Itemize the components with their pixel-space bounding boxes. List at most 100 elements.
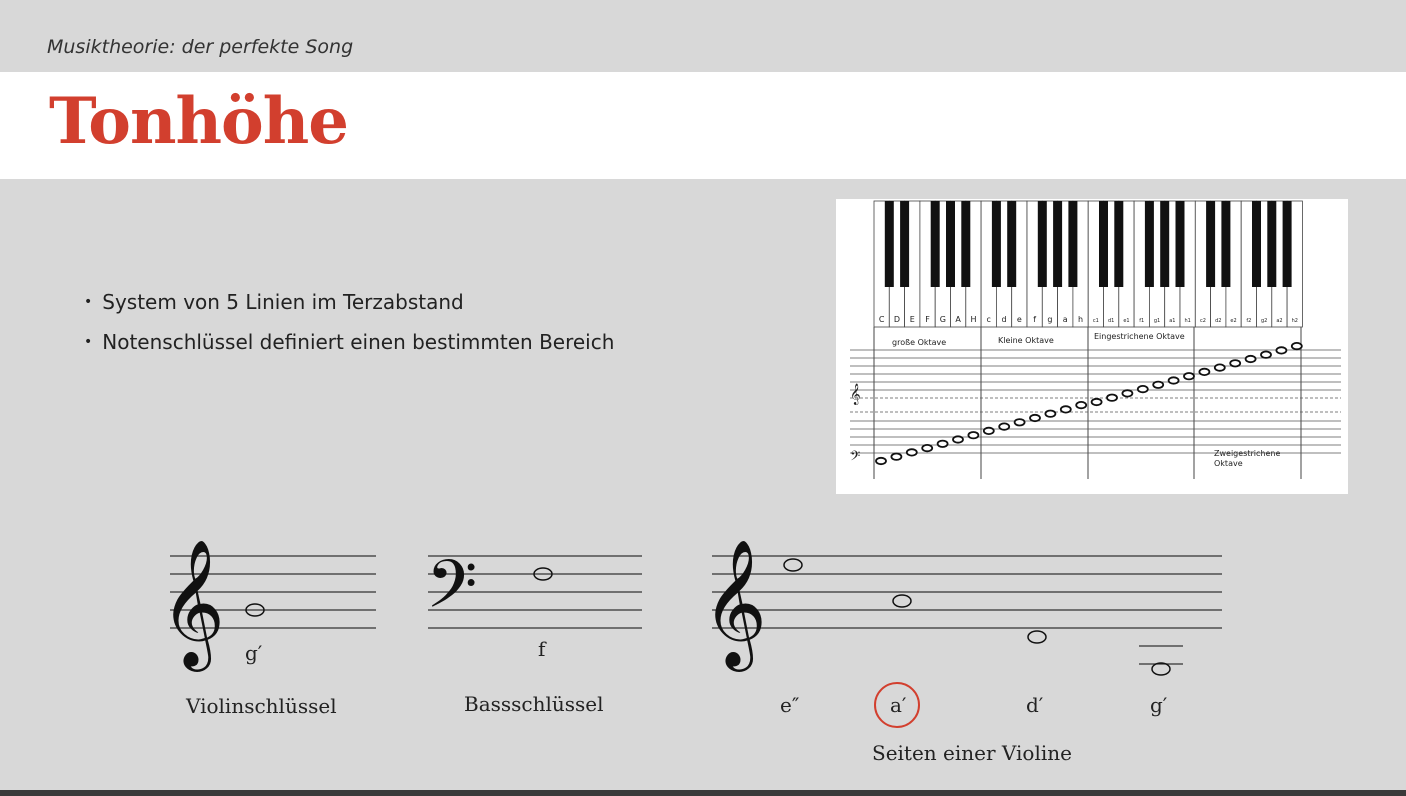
staff-note bbox=[1198, 367, 1211, 376]
staff-note bbox=[1075, 401, 1088, 410]
piano-key-label: g2 bbox=[1261, 318, 1267, 324]
staff-note bbox=[1013, 418, 1026, 427]
staff-note bbox=[1244, 354, 1257, 364]
bass-clef-small-icon: 𝄢 bbox=[850, 448, 860, 467]
piano-key-label: e1 bbox=[1123, 318, 1129, 324]
title-band: Tonhöhe bbox=[0, 72, 1406, 179]
piano-key-label: a1 bbox=[1169, 318, 1175, 324]
piano-black-key bbox=[1144, 201, 1154, 287]
treble-clef-icon: 𝄞 bbox=[160, 538, 225, 672]
piano-black-key bbox=[1282, 201, 1292, 287]
piano-key-label: g bbox=[1047, 315, 1052, 324]
bullet-text: System von 5 Linien im Terzabstand bbox=[102, 290, 464, 314]
bottom-bar bbox=[0, 790, 1406, 796]
staff-note bbox=[1152, 380, 1165, 389]
bass-note-label: f bbox=[538, 637, 547, 661]
note-g-prime bbox=[1151, 662, 1171, 676]
staff-note bbox=[1090, 397, 1103, 407]
piano-key-label: F bbox=[925, 315, 930, 324]
notation-examples: 𝄞 g′ Violinschlüssel 𝄢 f Bassschlüssel 𝄞… bbox=[160, 538, 1222, 765]
octave-label: Eingestrichene Oktave bbox=[1094, 332, 1185, 341]
piano-key-label: f bbox=[1033, 315, 1036, 324]
note-e-double-prime bbox=[783, 558, 803, 572]
piano-key-label: d1 bbox=[1108, 318, 1114, 324]
piano-key-label: c bbox=[987, 315, 991, 324]
piano-black-key bbox=[884, 201, 894, 287]
octave-label: Oktave bbox=[1214, 459, 1243, 468]
piano-black-key bbox=[1175, 201, 1185, 287]
subtitle: Musiktheorie: der perfekte Song bbox=[47, 36, 354, 58]
note-d-prime bbox=[1027, 630, 1047, 644]
piano-black-key bbox=[1007, 201, 1017, 287]
piano-key-label: E bbox=[910, 315, 915, 324]
piano-black-key bbox=[930, 201, 940, 287]
piano-black-key bbox=[1160, 201, 1170, 287]
staff-note bbox=[1213, 363, 1226, 372]
piano-black-key bbox=[1267, 201, 1277, 287]
bullet-dot-icon: • bbox=[84, 334, 93, 350]
staff-note bbox=[1290, 342, 1303, 351]
octave-label: Kleine Oktave bbox=[998, 336, 1054, 345]
treble-clef-icon: 𝄞 bbox=[702, 538, 767, 672]
piano-key-label: e2 bbox=[1230, 318, 1236, 324]
violin-staff bbox=[712, 555, 1222, 665]
bass-caption: Bassschlüssel bbox=[464, 692, 604, 716]
piano-key-label: c2 bbox=[1200, 318, 1206, 324]
piano-key-label: A bbox=[955, 315, 961, 324]
piano-octave-svg: C D E F G A Hc d e f g a h c1 d1 e1 f1 g1 a1 h1 c2 d2 e2 f2 g2 a2… bbox=[850, 200, 1341, 479]
octave-label: große Oktave bbox=[892, 338, 946, 347]
note-a-prime bbox=[892, 594, 912, 608]
staff-note bbox=[967, 431, 980, 440]
bullet-item: • System von 5 Linien im Terzabstand bbox=[84, 290, 614, 314]
staff-note bbox=[1059, 405, 1072, 414]
staff-note bbox=[1183, 372, 1195, 381]
staff-note bbox=[1136, 385, 1149, 394]
treble-caption: Violinschlüssel bbox=[185, 694, 337, 718]
piano-black-key bbox=[961, 201, 971, 287]
staff-note bbox=[998, 422, 1011, 431]
piano-key-label: f1 bbox=[1139, 318, 1144, 324]
piano-key-label: G bbox=[940, 315, 946, 324]
treble-clef-small-icon: 𝄞 bbox=[850, 384, 861, 405]
piano-key-label: a bbox=[1063, 315, 1068, 324]
piano-black-key bbox=[1252, 201, 1261, 287]
staff-note bbox=[1121, 389, 1134, 398]
staff-note bbox=[905, 448, 918, 457]
piano-black-key bbox=[1206, 201, 1216, 287]
bullet-text: Notenschlüssel definiert einen bestimmte… bbox=[102, 330, 615, 354]
piano-black-key bbox=[1114, 201, 1124, 287]
piano-black-key bbox=[1068, 201, 1078, 287]
piano-black-key bbox=[1099, 201, 1108, 287]
staff-note bbox=[1260, 350, 1272, 359]
piano-key-label: h1 bbox=[1184, 318, 1190, 324]
piano-key-label: h bbox=[1078, 315, 1083, 324]
violin-string-label: a′ bbox=[890, 693, 907, 717]
piano-key-label: e bbox=[1017, 315, 1022, 324]
staff-note bbox=[890, 452, 903, 461]
bullet-item: • Notenschlüssel definiert einen bestimmt… bbox=[84, 330, 614, 354]
staff-note bbox=[921, 444, 934, 453]
bullet-list: • System von 5 Linien im Terzabstand • Not… bbox=[84, 290, 614, 370]
piano-key-label: h2 bbox=[1292, 318, 1298, 324]
staff-note bbox=[1275, 346, 1288, 355]
page-title: Tonhöhe bbox=[49, 84, 349, 159]
bass-clef-icon: 𝄢 bbox=[426, 546, 477, 639]
staff-note bbox=[875, 456, 887, 466]
octave-label: Zweigestrichene bbox=[1214, 449, 1280, 458]
piano-black-key bbox=[900, 201, 910, 287]
piano-black-key bbox=[991, 201, 1001, 287]
piano-key-label: g1 bbox=[1154, 318, 1160, 324]
piano-key-label: D bbox=[894, 315, 900, 324]
piano-key-label: d2 bbox=[1215, 318, 1221, 324]
violin-string-label: g′ bbox=[1150, 693, 1168, 717]
piano-black-key bbox=[1221, 201, 1231, 287]
violin-caption: Seiten einer Violine bbox=[872, 741, 1072, 765]
piano-black-key bbox=[946, 201, 955, 287]
ascending-notes bbox=[875, 342, 1303, 466]
bullet-dot-icon: • bbox=[84, 294, 93, 310]
piano-key-label: d bbox=[1002, 315, 1007, 324]
violin-string-label: d′ bbox=[1026, 693, 1044, 717]
staff-note bbox=[1106, 393, 1118, 402]
piano-black-key bbox=[1037, 201, 1047, 287]
staff-note bbox=[1044, 409, 1057, 418]
